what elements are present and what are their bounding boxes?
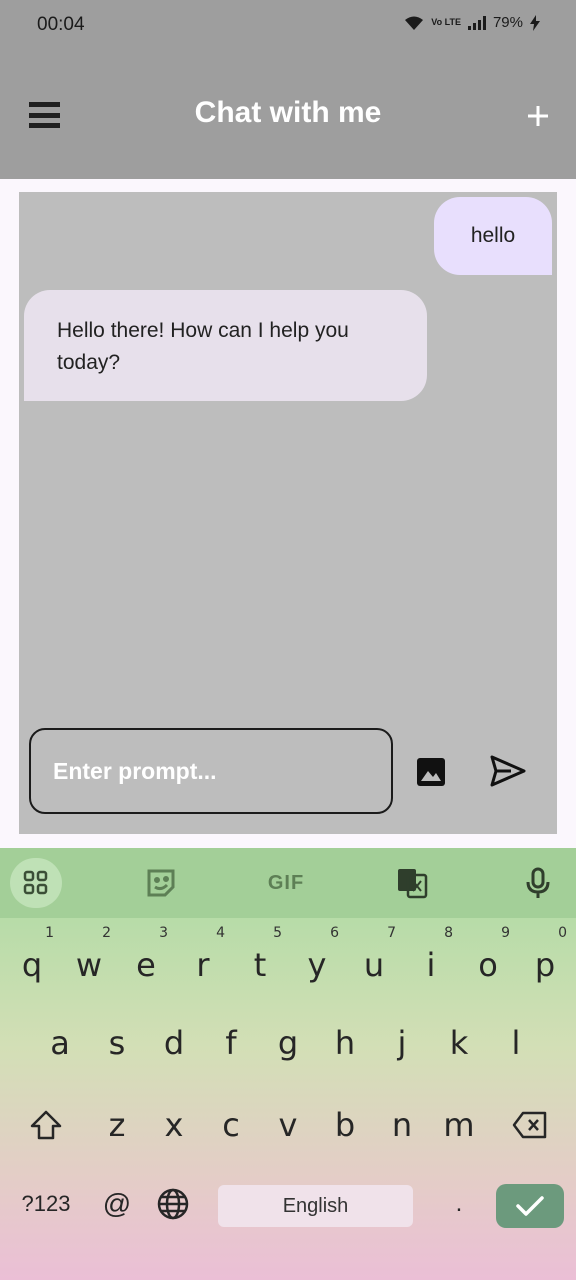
key-o[interactable]: 9o: [466, 925, 510, 997]
microphone-icon: [526, 867, 550, 898]
key-f[interactable]: f: [209, 1011, 253, 1075]
globe-icon: [157, 1188, 189, 1220]
key-u[interactable]: 7u: [352, 925, 396, 997]
sticker-button[interactable]: [135, 858, 187, 908]
translate-icon: [398, 869, 428, 899]
key-l[interactable]: l: [494, 1011, 538, 1075]
space-key[interactable]: English: [218, 1185, 413, 1227]
key-d[interactable]: d: [152, 1011, 196, 1075]
send-button[interactable]: [489, 754, 527, 788]
key-h[interactable]: h: [323, 1011, 367, 1075]
voice-input-button[interactable]: [512, 858, 564, 908]
signal-icon: [467, 15, 486, 30]
backspace-icon: [512, 1111, 547, 1139]
charging-icon: [530, 14, 540, 31]
grid-icon: [23, 870, 48, 895]
at-key[interactable]: @: [98, 1182, 136, 1226]
enter-key[interactable]: [496, 1184, 564, 1228]
key-p[interactable]: 0p: [523, 925, 567, 997]
apps-grid-button[interactable]: [10, 858, 62, 908]
status-icons: Vo LTE 79%: [404, 14, 540, 31]
translate-button[interactable]: [386, 858, 438, 908]
gif-button[interactable]: GIF: [260, 858, 312, 908]
key-i[interactable]: 8i: [409, 925, 453, 997]
wifi-icon: [405, 16, 424, 30]
key-r[interactable]: 4r: [181, 925, 225, 997]
backspace-key[interactable]: [505, 1093, 555, 1157]
bot-message: Hello there! How can I help you today?: [24, 290, 427, 401]
page-title: Chat with me: [194, 96, 382, 129]
sticker-icon: [147, 869, 175, 897]
key-n[interactable]: n: [380, 1093, 424, 1157]
key-v[interactable]: v: [266, 1093, 310, 1157]
app-bar: 00:04 Vo LTE 79% Chat with me: [0, 0, 576, 179]
key-b[interactable]: b: [323, 1093, 367, 1157]
key-k[interactable]: k: [437, 1011, 481, 1075]
battery-percent: 79%: [492, 14, 523, 31]
user-message: hello: [434, 197, 552, 275]
key-x[interactable]: x: [152, 1093, 196, 1157]
key-e[interactable]: 3e: [124, 925, 168, 997]
status-time: 00:04: [37, 14, 85, 35]
shift-icon: [30, 1110, 62, 1140]
key-w[interactable]: 2w: [67, 925, 111, 997]
key-q[interactable]: 1q: [10, 925, 54, 997]
symbols-key[interactable]: ?123: [14, 1182, 78, 1226]
key-g[interactable]: g: [266, 1011, 310, 1075]
add-chat-button[interactable]: [520, 93, 556, 137]
prompt-input[interactable]: [53, 757, 373, 785]
soft-keyboard: GIF 1q 2w 3e 4r 5t 6y 7u 8i 9o 0p a s d …: [0, 848, 576, 1280]
key-y[interactable]: 6y: [295, 925, 339, 997]
key-a[interactable]: a: [38, 1011, 82, 1075]
chat-panel: hello Hello there! How can I help you to…: [19, 192, 557, 834]
send-icon: [490, 755, 526, 787]
key-z[interactable]: z: [95, 1093, 139, 1157]
period-key[interactable]: .: [440, 1182, 478, 1226]
prompt-field[interactable]: [29, 728, 393, 814]
key-m[interactable]: m: [437, 1093, 481, 1157]
volte-label: Vo LTE: [431, 17, 461, 27]
key-t[interactable]: 5t: [238, 925, 282, 997]
checkmark-icon: [516, 1196, 544, 1216]
language-key[interactable]: [154, 1182, 192, 1226]
key-j[interactable]: j: [380, 1011, 424, 1075]
keyboard-toolbar: GIF: [0, 848, 576, 918]
key-c[interactable]: c: [209, 1093, 253, 1157]
key-s[interactable]: s: [95, 1011, 139, 1075]
shift-key[interactable]: [24, 1093, 68, 1157]
plus-icon: [528, 106, 548, 126]
image-icon: [417, 758, 445, 786]
attach-image-button[interactable]: [415, 756, 447, 788]
